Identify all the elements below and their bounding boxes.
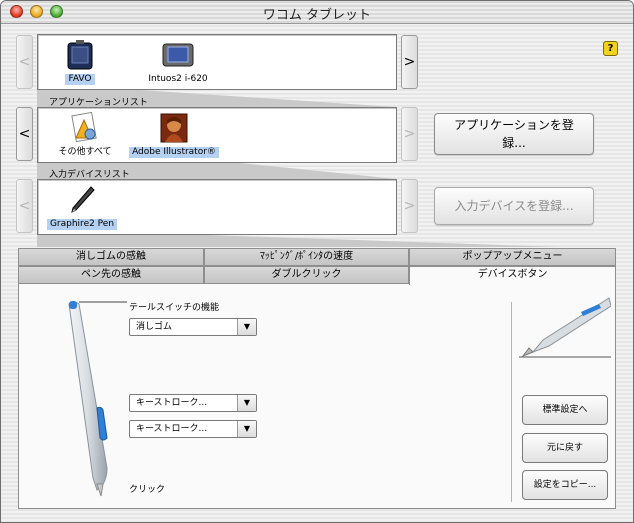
- app-scroll-right-button[interactable]: >: [401, 107, 418, 161]
- tablet-scroll-left-button[interactable]: <: [16, 35, 33, 89]
- tablet-item-intuos[interactable]: Intuos2 i-620: [138, 39, 218, 85]
- tablet-item-label: FAVO: [65, 74, 95, 85]
- wacom-tablet-window: ワコム タブレット < FAVO Intuos2 i-620 > ? アプリケー…: [0, 0, 634, 523]
- device-item-graphire2-pen[interactable]: Graphire2 Pen: [44, 184, 120, 230]
- app-scroll-left-button[interactable]: <: [16, 107, 33, 161]
- tablet-scroll-right-button[interactable]: >: [401, 35, 418, 89]
- tab-mapping-speed[interactable]: ﾏｯﾋﾟﾝｸﾞ/ﾎﾟｲﾝﾀの速度: [204, 248, 409, 266]
- chevron-down-icon: ▼: [237, 395, 256, 411]
- chevron-down-icon: ▼: [237, 319, 256, 335]
- pen-illustration: [68, 301, 108, 497]
- reset-to-default-button[interactable]: 標準設定へ: [522, 395, 608, 425]
- chevron-down-icon: ▼: [237, 421, 256, 437]
- copy-settings-button[interactable]: 設定をコピー...: [522, 470, 608, 500]
- tab-eraser-feel[interactable]: 消しゴムの感触: [18, 248, 204, 266]
- app-item-all-others[interactable]: その他すべて: [50, 112, 120, 158]
- device-scroll-left-button[interactable]: <: [16, 179, 33, 233]
- lower-button-value: キーストローク...: [136, 424, 208, 434]
- tail-switch-label: テールスイッチの機能: [129, 303, 220, 313]
- app-item-label: その他すべて: [58, 147, 112, 157]
- all-apps-icon: [71, 112, 97, 143]
- tab-pen-tip-feel[interactable]: ペン先の感触: [18, 266, 204, 284]
- app-item-label: Adobe Illustrator®: [129, 147, 219, 158]
- app-item-illustrator[interactable]: Adobe Illustrator®: [126, 112, 222, 158]
- register-device-button[interactable]: 入力デバイスを登録...: [434, 187, 594, 225]
- tablet-item-label: Intuos2 i-620: [148, 74, 208, 84]
- panel-divider: [511, 302, 512, 502]
- help-icon[interactable]: ?: [603, 41, 618, 56]
- device-item-label: Graphire2 Pen: [46, 219, 118, 230]
- tablet-item-favo[interactable]: FAVO: [50, 39, 110, 85]
- device-scroll-right-button[interactable]: >: [401, 179, 418, 233]
- upper-button-value: キーストローク...: [136, 398, 208, 408]
- upper-button-dropdown[interactable]: キーストローク... ▼: [129, 394, 257, 412]
- revert-button[interactable]: 元に戻す: [522, 433, 608, 463]
- pen-tip-label: クリック: [129, 485, 166, 495]
- tab-popup-menu[interactable]: ポップアップメニュー: [409, 248, 616, 266]
- tab-double-click[interactable]: ダブルクリック: [204, 266, 409, 284]
- pen-icon: [71, 186, 95, 213]
- lower-button-dropdown[interactable]: キーストローク... ▼: [129, 420, 257, 438]
- application-list: その他すべて Adobe Illustrator®: [37, 107, 397, 163]
- tail-switch-leader-line: [79, 301, 127, 303]
- tablet-favo-icon: [67, 40, 93, 70]
- illustrator-icon: [160, 113, 188, 143]
- tablet-list: FAVO Intuos2 i-620: [37, 34, 397, 90]
- tail-switch-dropdown[interactable]: 消しゴム ▼: [129, 318, 257, 336]
- register-application-button[interactable]: アプリケーションを登 録...: [434, 113, 594, 155]
- tablet-intuos-icon: [162, 43, 194, 67]
- tab-device-buttons[interactable]: デバイスボタン: [409, 266, 616, 285]
- pen-preview-image: [519, 297, 611, 358]
- tail-switch-value: 消しゴム: [136, 322, 173, 332]
- input-device-list: Graphire2 Pen: [37, 179, 397, 235]
